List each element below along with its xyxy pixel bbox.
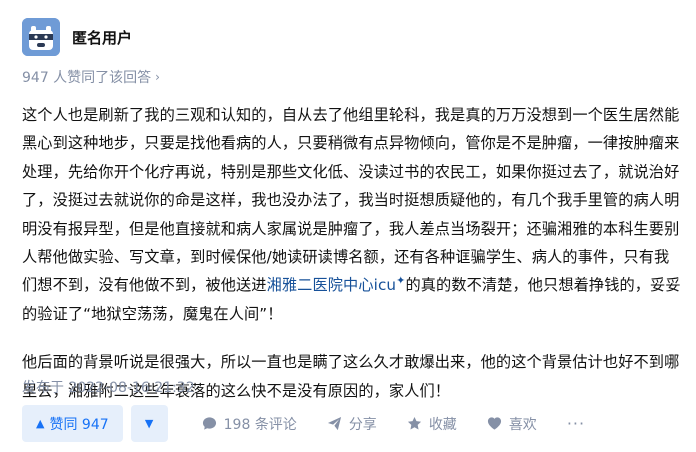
chevron-right-icon: › bbox=[155, 70, 160, 84]
action-bar: ▲ 赞同 947 ▼ 198 条评论 分享 收藏 喜欢 ··· bbox=[22, 405, 585, 442]
favorite-label: 收藏 bbox=[428, 416, 457, 433]
upvote-summary-text: 947 人赞同了该回答 bbox=[22, 70, 152, 86]
author-header: 匿名用户 bbox=[22, 18, 132, 56]
like-label: 喜欢 bbox=[508, 416, 537, 433]
upvote-summary[interactable]: 947 人赞同了该回答 › bbox=[22, 67, 160, 87]
answer-content: 这个人也是刷新了我的三观和认知的，自从去了他组里轮科，我是真的万万没想到一个医生… bbox=[22, 101, 682, 405]
upvote-label: 赞同 947 bbox=[49, 416, 109, 433]
anonymous-avatar-icon bbox=[22, 18, 60, 56]
comments-label: 198 条评论 bbox=[223, 416, 297, 433]
comment-bubble-icon bbox=[202, 416, 218, 432]
search-link[interactable]: 湘雅二医院中心icu bbox=[267, 276, 397, 294]
share-button[interactable]: 分享 bbox=[327, 414, 377, 434]
share-label: 分享 bbox=[348, 416, 377, 433]
heart-icon bbox=[487, 416, 503, 432]
more-dots-icon[interactable]: ··· bbox=[567, 414, 585, 433]
triangle-down-icon: ▼ bbox=[144, 417, 154, 430]
author-name[interactable]: 匿名用户 bbox=[72, 27, 132, 48]
publish-time[interactable]: 发布于 2022-08-16 21:32 bbox=[22, 377, 195, 397]
paragraph-text: 这个人也是刷新了我的三观和认知的，自从去了他组里轮科，我是真的万万没想到一个医生… bbox=[22, 106, 680, 295]
favorite-button[interactable]: 收藏 bbox=[407, 414, 457, 434]
triangle-up-icon: ▲ bbox=[36, 417, 45, 430]
like-button[interactable]: 喜欢 bbox=[487, 414, 537, 434]
answer-paragraph: 这个人也是刷新了我的三观和认知的，自从去了他组里轮科，我是真的万万没想到一个医生… bbox=[22, 101, 682, 328]
avatar[interactable] bbox=[22, 18, 60, 56]
star-icon bbox=[407, 416, 423, 432]
paper-plane-icon bbox=[327, 416, 343, 432]
downvote-button[interactable]: ▼ bbox=[130, 405, 168, 442]
upvote-button[interactable]: ▲ 赞同 947 bbox=[22, 405, 123, 442]
comments-button[interactable]: 198 条评论 bbox=[202, 414, 297, 434]
